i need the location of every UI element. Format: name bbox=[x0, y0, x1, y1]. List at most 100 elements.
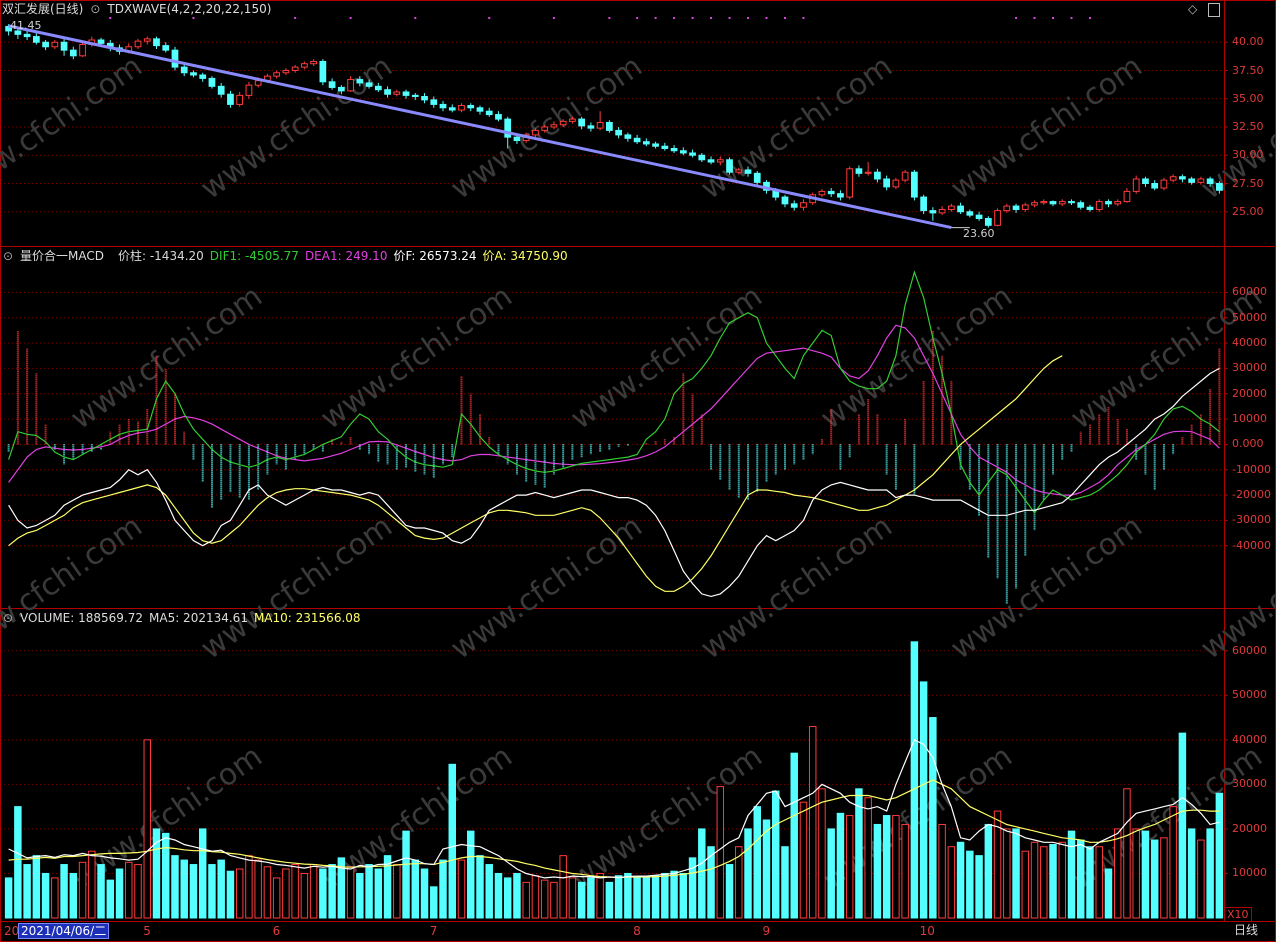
panel-menu-icon[interactable]: ⊙ bbox=[2, 247, 14, 265]
candle-body bbox=[837, 193, 844, 198]
candle-body bbox=[1086, 206, 1094, 210]
candle-body bbox=[402, 91, 410, 96]
volume-ma10: MA10: 231566.08 bbox=[253, 611, 361, 625]
volume-bar bbox=[1021, 850, 1030, 919]
volume-bar bbox=[568, 877, 577, 919]
diamond-icon[interactable]: ◇ bbox=[1188, 2, 1197, 16]
signal-dot bbox=[294, 17, 297, 19]
candle-body bbox=[541, 126, 549, 131]
volume-bar bbox=[1012, 828, 1020, 919]
volume-bar bbox=[319, 868, 327, 919]
volume-bar bbox=[790, 752, 798, 919]
stock-name[interactable]: 双汇发展(日线) bbox=[2, 2, 83, 16]
signal-dot bbox=[747, 17, 750, 19]
volume-bar bbox=[217, 859, 225, 919]
volume-bar bbox=[1058, 841, 1066, 919]
volume-bar bbox=[1030, 841, 1039, 919]
candle-body bbox=[642, 141, 650, 145]
volume-bar bbox=[448, 763, 456, 919]
volume-bar bbox=[282, 868, 290, 919]
volume-bar bbox=[88, 850, 96, 919]
volume-bar bbox=[430, 886, 438, 919]
candle-body bbox=[236, 94, 244, 105]
watermark-text: www.cfchi.com bbox=[945, 509, 1149, 667]
candle-body bbox=[97, 39, 105, 44]
volume-bar bbox=[467, 830, 475, 919]
signal-dot bbox=[765, 17, 768, 19]
candle-body bbox=[753, 172, 761, 183]
candle-body bbox=[1068, 201, 1075, 204]
candle-body bbox=[254, 80, 262, 86]
candle-body bbox=[818, 190, 826, 196]
period-label[interactable]: 日线 bbox=[1234, 923, 1258, 937]
volume-bar bbox=[1003, 828, 1011, 919]
candle-body bbox=[310, 60, 317, 65]
candle-body bbox=[393, 91, 401, 95]
price-indicator[interactable]: TDXWAVE(4,2,2,20,22,150) bbox=[107, 2, 271, 16]
candle-body bbox=[217, 85, 225, 95]
candle-body bbox=[1151, 183, 1159, 189]
signal-dot bbox=[783, 17, 786, 19]
macd-value-1: DIF1: -4505.77 bbox=[209, 249, 299, 263]
candle-body bbox=[1105, 201, 1112, 205]
candle-body bbox=[587, 125, 595, 129]
volume-bar bbox=[892, 815, 900, 919]
volume-bar bbox=[346, 866, 355, 919]
volume-bar bbox=[69, 872, 78, 919]
macd-value-2: DEA1: 249.10 bbox=[304, 249, 388, 263]
candle-body bbox=[227, 93, 234, 105]
volume-bar bbox=[365, 864, 373, 919]
month-label: 6 bbox=[272, 924, 281, 938]
candle-body bbox=[365, 82, 373, 87]
volume-bar bbox=[198, 828, 207, 919]
candle-body bbox=[273, 72, 281, 77]
watermark-text: www.cfchi.com bbox=[0, 509, 149, 667]
macd-tick-label: -30000 bbox=[1232, 513, 1271, 527]
candle-body bbox=[827, 190, 835, 195]
volume-bar bbox=[614, 875, 623, 919]
volume-bar bbox=[605, 881, 614, 919]
candle-body bbox=[735, 169, 743, 173]
volume-bar bbox=[235, 868, 244, 919]
candle-body bbox=[855, 168, 863, 174]
candle-body bbox=[180, 66, 188, 74]
macd-value-3: 价F: 26573.24 bbox=[393, 249, 477, 263]
candle-body bbox=[606, 121, 613, 131]
window-box-icon[interactable] bbox=[1208, 3, 1220, 17]
candle-body bbox=[79, 44, 86, 57]
macd-name[interactable]: 量价合一MACD bbox=[20, 249, 104, 263]
macd-tick-label: 10000 bbox=[1232, 412, 1267, 426]
volume-tick-label: 40000 bbox=[1232, 732, 1267, 746]
volume-bar bbox=[661, 872, 669, 919]
volume-bar bbox=[485, 864, 493, 919]
volume-bar bbox=[827, 828, 835, 919]
watermark-text: www.cfchi.com bbox=[65, 279, 269, 437]
volume-bar bbox=[208, 864, 216, 919]
macd-tick-label: 40000 bbox=[1232, 336, 1267, 350]
watermark-text: www.cfchi.com bbox=[0, 49, 149, 207]
candle-body bbox=[1049, 201, 1057, 205]
volume-bar bbox=[716, 786, 725, 919]
volume-bar bbox=[300, 872, 309, 919]
volume-bar bbox=[651, 875, 660, 919]
candle-body bbox=[495, 114, 502, 120]
volume-bar bbox=[78, 861, 87, 919]
candle-body bbox=[698, 154, 706, 161]
candle-body bbox=[596, 121, 604, 129]
panel-menu-icon[interactable]: ⊙ bbox=[2, 609, 14, 627]
volume-bar bbox=[115, 868, 124, 919]
volume-bar bbox=[901, 823, 909, 919]
candle-body bbox=[485, 110, 493, 116]
volume-bar bbox=[134, 864, 142, 919]
candle-body bbox=[190, 72, 197, 76]
candle-body bbox=[920, 196, 927, 212]
chart-canvas: www.cfchi.com www.cfchi.com www.cfchi.com w… bbox=[0, 0, 1276, 942]
candle-body bbox=[513, 136, 521, 142]
month-label: 9 bbox=[762, 924, 771, 938]
volume-bar bbox=[272, 877, 281, 919]
volume-bar bbox=[698, 828, 706, 919]
volume-name[interactable]: VOLUME: 188569.72 bbox=[20, 611, 143, 625]
candle-body bbox=[864, 171, 872, 174]
signal-dot bbox=[608, 17, 611, 19]
chevron-down-icon[interactable]: ⊙ bbox=[89, 0, 101, 18]
